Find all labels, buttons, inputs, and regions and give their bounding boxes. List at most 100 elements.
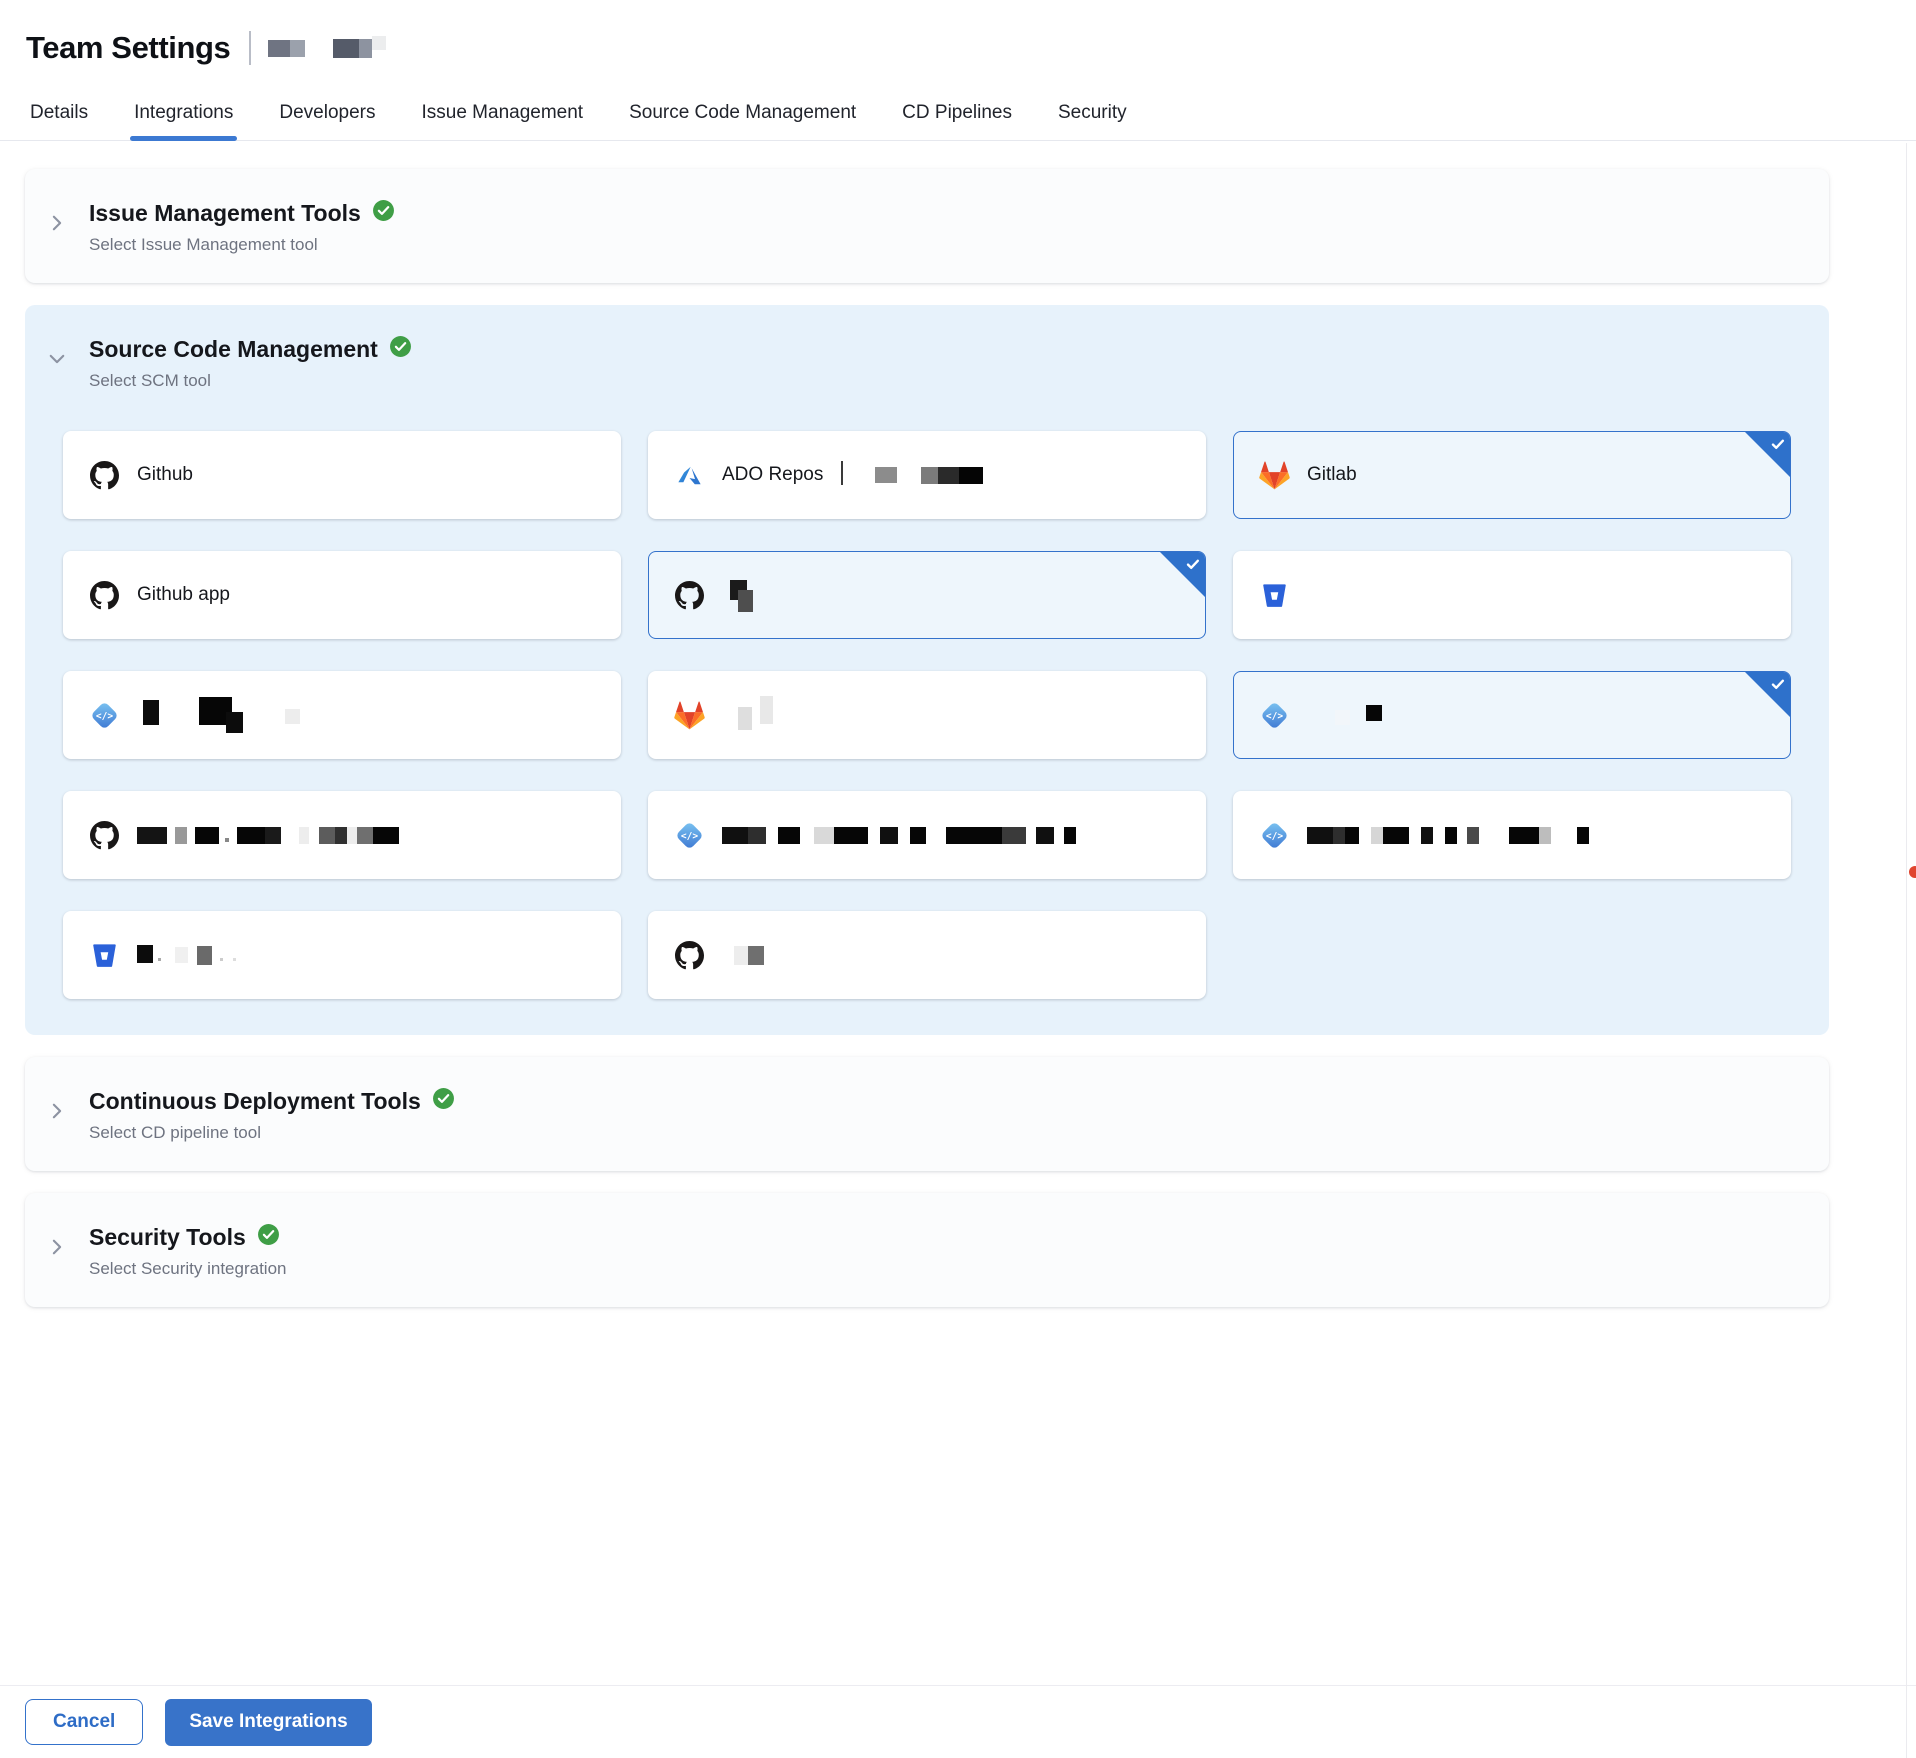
redacted-text [137,945,153,963]
redacted-text [760,696,773,724]
redacted-text [734,946,748,965]
redacted-text [1036,827,1054,844]
section-cd-header[interactable]: Continuous Deployment Tools Select CD pi… [25,1057,1829,1171]
card-redacted-label [722,946,764,965]
redacted-text [834,827,868,844]
redacted-text [359,39,372,58]
chevron-down-icon [47,349,67,374]
redacted-text [197,946,212,965]
redacted-text [1002,827,1026,844]
tab-source-code-management[interactable]: Source Code Management [627,86,858,140]
redacted-text [137,827,167,844]
section-issue-management-header[interactable]: Issue Management Tools Select Issue Mana… [25,169,1829,283]
selected-check-corner [1745,432,1790,477]
footer-action-bar: Cancel Save Integrations [0,1685,1916,1758]
redacted-text [875,467,897,483]
scm-card-8[interactable] [648,671,1206,759]
redacted-text [1539,827,1551,844]
github-icon [88,459,120,491]
card-redacted-label [840,465,983,485]
github-icon [673,939,705,971]
redacted-text [1307,827,1333,844]
bitbucket-icon [1258,579,1290,611]
code-diamond-icon: </> [1258,819,1290,851]
redacted-text [1366,705,1382,721]
redacted-text [220,958,223,961]
card-redacted-label [1307,827,1589,844]
redacted-text [335,827,347,844]
redacted-text [921,467,938,484]
scm-card-12[interactable]: </> [1233,791,1791,879]
selected-check-corner [1160,552,1205,597]
card-label: ADO Repos [722,464,823,486]
redacted-text [1509,827,1539,844]
redacted-text [268,40,290,57]
cancel-button[interactable]: Cancel [25,1699,143,1745]
redacted-text [347,827,357,844]
redacted-text [143,700,159,725]
scrollbar-track[interactable] [1906,143,1907,1758]
section-subtitle: Select CD pipeline tool [89,1123,455,1143]
tab-integrations[interactable]: Integrations [132,86,235,140]
gitlab-icon [673,699,705,731]
tab-cd-pipelines[interactable]: CD Pipelines [900,86,1014,140]
check-circle-icon [372,199,395,227]
scm-card-6[interactable] [1233,551,1791,639]
section-security-header[interactable]: Security Tools Select Security integrati… [25,1193,1829,1307]
chevron-right-icon [47,213,67,238]
scm-card-gitlab[interactable]: Gitlab [1233,431,1791,519]
scm-card-7[interactable]: </> [63,671,621,759]
redacted-text [299,827,309,844]
section-title: Issue Management Tools [89,200,361,227]
scm-card-5[interactable] [648,551,1206,639]
svg-text:</>: </> [95,711,112,722]
check-circle-icon [432,1087,455,1115]
title-divider [249,31,251,65]
section-subtitle: Select Issue Management tool [89,235,395,255]
scm-card-13[interactable] [63,911,621,999]
card-label: Gitlab [1307,464,1357,486]
redacted-text [946,827,1002,844]
tab-developers[interactable]: Developers [277,86,377,140]
section-issue-management-tools: Issue Management Tools Select Issue Mana… [25,169,1829,283]
redacted-text [938,467,959,484]
scm-card-10[interactable] [63,791,621,879]
scm-card-github[interactable]: Github [63,431,621,519]
redacted-text [1064,827,1076,844]
card-redacted-label [137,946,236,965]
section-subtitle: Select Security integration [89,1259,287,1279]
scm-card-14[interactable] [648,911,1206,999]
page-header: Team Settings [0,0,1916,86]
redacted-text [748,946,764,965]
save-integrations-button[interactable]: Save Integrations [165,1699,371,1746]
scm-grid: Github ADO Repos Gitlab Github app </> </> </>… [63,431,1791,999]
scm-card-ado-repos[interactable]: ADO Repos [648,431,1206,519]
github-icon [88,579,120,611]
gitlab-icon [1258,459,1290,491]
tab-details[interactable]: Details [28,86,90,140]
scm-card-github-app[interactable]: Github app [63,551,621,639]
section-continuous-deployment-tools: Continuous Deployment Tools Select CD pi… [25,1057,1829,1171]
section-scm-header[interactable]: Source Code Management Select SCM tool [25,305,1829,419]
svg-text:</>: </> [1265,711,1282,722]
card-label: Github [137,464,193,486]
section-title: Source Code Management [89,336,378,363]
redacted-text [225,838,229,842]
check-circle-icon [389,335,412,363]
tab-issue-management[interactable]: Issue Management [419,86,585,140]
tab-bar: Details Integrations Developers Issue Manag… [0,86,1916,141]
scm-card-9[interactable]: </> [1233,671,1791,759]
main-content: Issue Management Tools Select Issue Mana… [0,141,1829,1307]
tab-security[interactable]: Security [1056,86,1129,140]
redacted-text [237,827,265,844]
redacted-text [841,461,843,485]
redacted-text [333,39,359,58]
redacted-text [1333,827,1345,844]
redacted-text [319,827,335,844]
svg-text:</>: </> [680,831,697,842]
github-icon [673,579,705,611]
scm-card-11[interactable]: </> [648,791,1206,879]
redacted-text [880,827,898,844]
redacted-text [1445,827,1457,844]
scroll-marker-dot [1909,866,1916,878]
